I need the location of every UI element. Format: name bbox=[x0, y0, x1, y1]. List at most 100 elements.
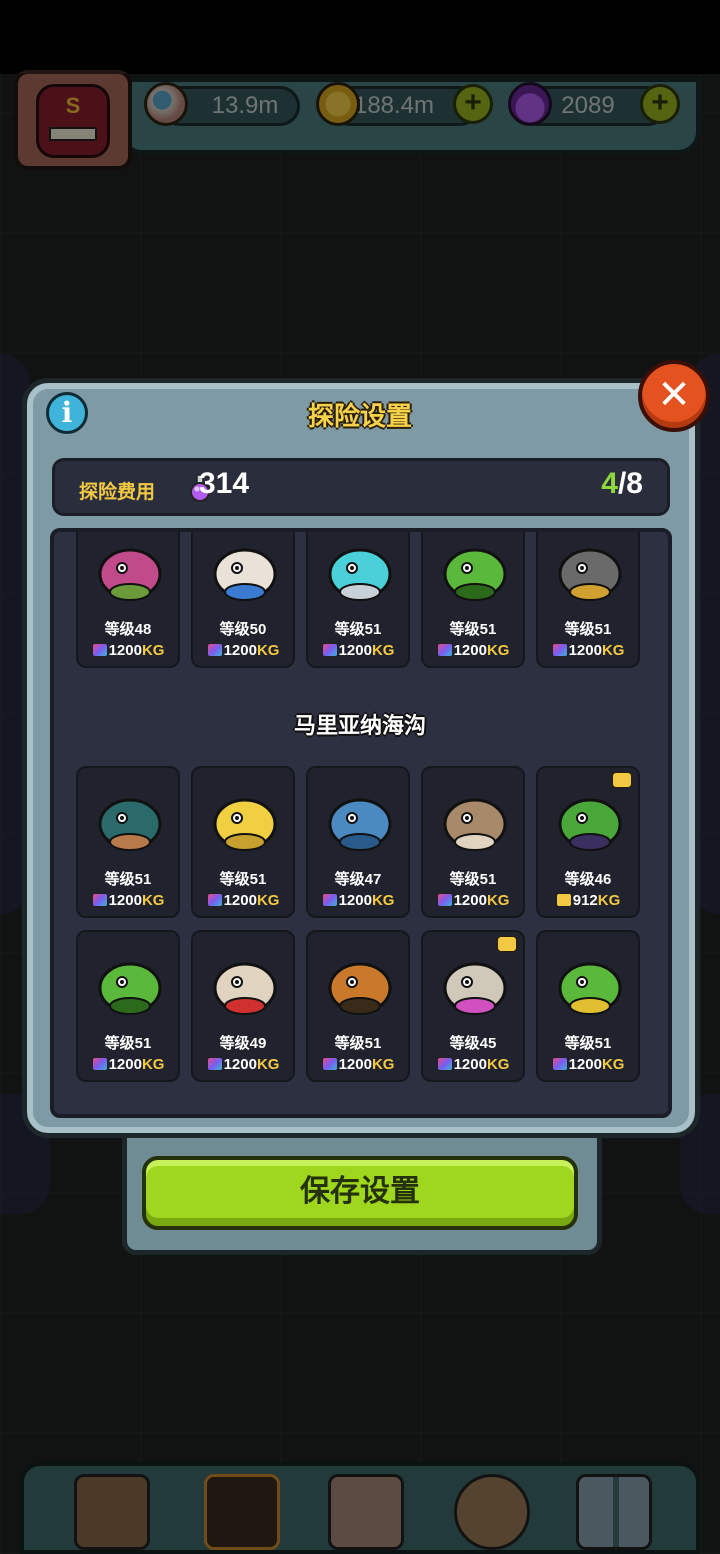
weight-unit: KG bbox=[371, 1056, 395, 1073]
weight-bag-icon bbox=[321, 1057, 338, 1071]
weight-value: 1200 bbox=[223, 892, 257, 909]
monster-level: 等级51 bbox=[219, 871, 267, 888]
weight-value: 1200 bbox=[108, 642, 142, 659]
monster-card[interactable]: 等级49 1200KG bbox=[191, 930, 295, 1082]
monster-card[interactable]: 等级47 1200KG bbox=[306, 766, 410, 918]
rock-monster-icon bbox=[550, 532, 630, 608]
weight-value: 1200 bbox=[338, 642, 372, 659]
weight-value: 1200 bbox=[568, 1056, 602, 1073]
monster-weight: 1200KG bbox=[423, 642, 523, 659]
monster-level: 等级45 bbox=[449, 1035, 497, 1052]
weight-bag-icon bbox=[436, 643, 453, 657]
monster-card[interactable]: 等级45 1200KG bbox=[421, 930, 525, 1082]
weight-value: 1200 bbox=[338, 892, 372, 909]
monster-level: 等级51 bbox=[334, 621, 382, 638]
weight-unit: KG bbox=[486, 892, 510, 909]
weight-bag-icon bbox=[321, 893, 338, 907]
milk-snail-icon bbox=[205, 532, 285, 608]
section-title-mariana: 马里亚纳海沟 bbox=[293, 713, 426, 738]
cost-value: 314 bbox=[199, 467, 250, 500]
pink-oyster-icon bbox=[435, 942, 515, 1022]
onion-monster-icon bbox=[90, 532, 170, 608]
weight-value: 912 bbox=[572, 892, 598, 909]
monster-weight: 1200KG bbox=[193, 1056, 293, 1073]
blue-crab-icon bbox=[320, 778, 400, 858]
weight-unit: KG bbox=[256, 892, 280, 909]
weight-value: 1200 bbox=[568, 642, 602, 659]
weight-unit: KG bbox=[141, 892, 165, 909]
weight-bag-icon bbox=[551, 1057, 568, 1071]
weight-bag-icon bbox=[91, 893, 108, 907]
monster-weight: 1200KG bbox=[423, 1056, 523, 1073]
team-count: 4/8 bbox=[601, 467, 643, 501]
monster-card[interactable]: 等级51 1200KG bbox=[536, 532, 640, 668]
dialog-title: 探险设置 bbox=[307, 401, 412, 431]
tiger-shrimp-icon bbox=[320, 942, 400, 1022]
monster-weight: 912KG bbox=[538, 892, 638, 909]
monster-card[interactable]: 等级51 1200KG bbox=[76, 766, 180, 918]
weight-bag-icon bbox=[436, 893, 453, 907]
weight-bag-icon bbox=[91, 643, 108, 657]
monster-weight: 1200KG bbox=[193, 892, 293, 909]
monster-level: 等级46 bbox=[564, 871, 612, 888]
weight-unit: KG bbox=[486, 642, 510, 659]
weight-bag-icon bbox=[206, 893, 223, 907]
weight-value: 1200 bbox=[108, 892, 142, 909]
weight-unit: KG bbox=[256, 642, 280, 659]
monster-level: 等级49 bbox=[219, 1035, 267, 1052]
walrus-shell-icon bbox=[435, 778, 515, 858]
monster-weight: 1200KG bbox=[193, 642, 293, 659]
weight-bag-icon bbox=[555, 893, 572, 907]
monster-card[interactable]: 等级51 1200KG bbox=[191, 766, 295, 918]
weight-unit: KG bbox=[141, 1056, 165, 1073]
capacity: /8 bbox=[617, 467, 643, 500]
monster-card[interactable]: 等级51 1200KG bbox=[536, 930, 640, 1082]
monster-card[interactable]: 等级48 1200KG bbox=[76, 532, 180, 668]
monster-card[interactable]: 等级51 1200KG bbox=[421, 532, 525, 668]
weight-value: 1200 bbox=[223, 642, 257, 659]
seahorse-icon bbox=[550, 942, 630, 1022]
weight-value: 1200 bbox=[108, 1056, 142, 1073]
weight-bag-icon bbox=[206, 643, 223, 657]
monster-weight: 1200KG bbox=[78, 1056, 178, 1073]
monster-card[interactable]: 等级51 1200KG bbox=[306, 532, 410, 668]
weight-unit: KG bbox=[601, 1056, 625, 1073]
close-button[interactable]: ✕ bbox=[638, 360, 710, 432]
weight-bag-icon bbox=[436, 1057, 453, 1071]
monster-weight: 1200KG bbox=[78, 642, 178, 659]
monster-card[interactable]: 等级51 1200KG bbox=[306, 930, 410, 1082]
cost-label: 探险费用 bbox=[79, 482, 156, 503]
system-status-bar bbox=[0, 0, 720, 74]
weight-bag-icon bbox=[321, 643, 338, 657]
expedition-cost-bar: 探险费用 314 4/8 bbox=[52, 458, 670, 516]
weight-bag-icon bbox=[551, 643, 568, 657]
weight-unit: KG bbox=[486, 1056, 510, 1073]
monster-weight: 1200KG bbox=[308, 642, 408, 659]
weight-unit: KG bbox=[371, 892, 395, 909]
caterpillar-icon bbox=[435, 532, 515, 608]
monster-weight: 1200KG bbox=[538, 642, 638, 659]
monster-weight: 1200KG bbox=[538, 1056, 638, 1073]
monster-card[interactable]: 等级51 1200KG bbox=[421, 766, 525, 918]
hermit-clam-icon bbox=[205, 942, 285, 1022]
monster-card[interactable]: 等级51 1200KG bbox=[76, 930, 180, 1082]
monster-level: 等级51 bbox=[334, 1035, 382, 1052]
monster-weight: 1200KG bbox=[308, 1056, 408, 1073]
weight-bag-icon bbox=[206, 1057, 223, 1071]
monster-card[interactable]: 等级46 912KG bbox=[536, 766, 640, 918]
monster-level: 等级51 bbox=[104, 1035, 152, 1052]
bubble-fish-icon bbox=[320, 532, 400, 608]
weight-value: 1200 bbox=[338, 1056, 372, 1073]
sea-urchin-plant-icon bbox=[90, 778, 170, 858]
banana-squid-icon bbox=[205, 778, 285, 858]
mantis-centipede-icon bbox=[550, 778, 630, 858]
save-settings-button[interactable]: 保存设置 bbox=[142, 1156, 578, 1230]
weight-unit: KG bbox=[597, 892, 621, 909]
monster-level: 等级51 bbox=[104, 871, 152, 888]
monster-level: 等级50 bbox=[219, 621, 267, 638]
monster-card[interactable]: 等级50 1200KG bbox=[191, 532, 295, 668]
previous-section-row: 等级48 1200KG 等级50 1200KG 等级51 1200KG 等级51 1200KG… bbox=[0, 532, 720, 682]
monster-weight: 1200KG bbox=[423, 892, 523, 909]
weight-unit: KG bbox=[371, 642, 395, 659]
weight-unit: KG bbox=[601, 642, 625, 659]
